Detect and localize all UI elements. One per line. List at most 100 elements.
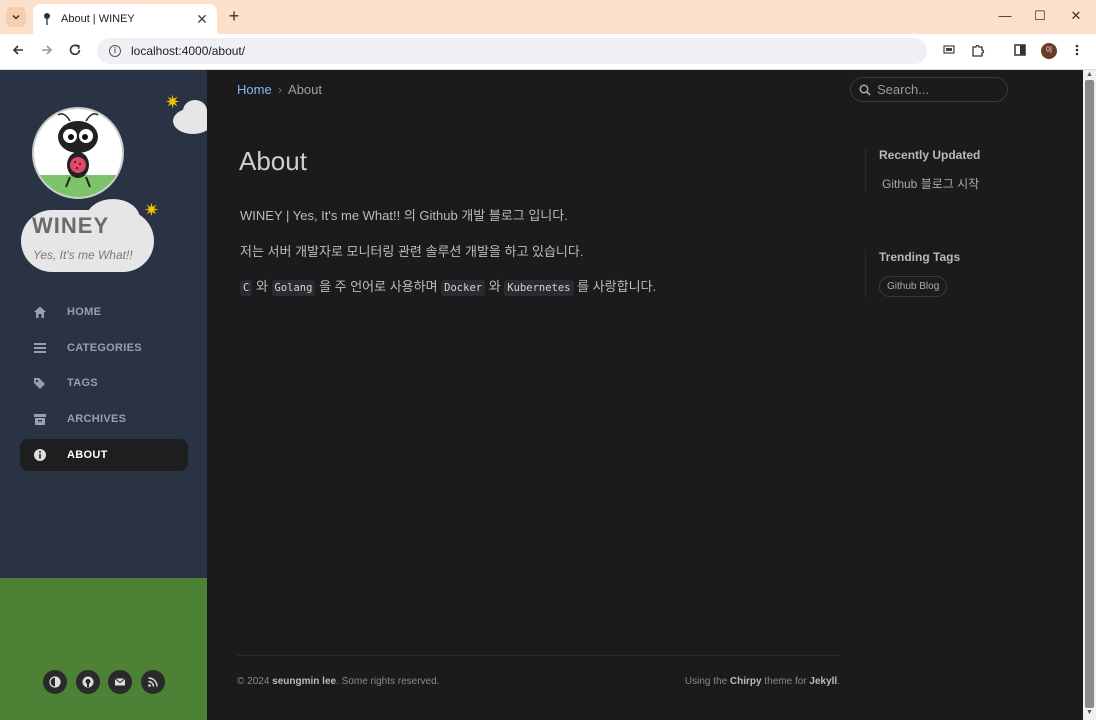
- ant-mascot-icon: [34, 113, 122, 197]
- reload-button[interactable]: [66, 43, 84, 61]
- email-icon: [114, 678, 126, 686]
- email-link[interactable]: [108, 670, 132, 694]
- cast-icon: [943, 45, 955, 54]
- address-bar[interactable]: i localhost:4000/about/: [97, 38, 927, 64]
- cloud-decoration: [183, 100, 207, 122]
- forward-button[interactable]: [38, 43, 56, 61]
- reload-icon: [69, 44, 81, 56]
- rss-icon: [148, 677, 158, 687]
- avatar[interactable]: [32, 107, 124, 199]
- sidebar-item-label: ABOUT: [67, 448, 108, 461]
- footer-copyright: © 2024 seungmin lee. Some rights reserve…: [237, 676, 439, 687]
- credits-suffix: .: [837, 676, 840, 687]
- code-c: C: [240, 280, 253, 296]
- author-link[interactable]: seungmin lee: [272, 676, 336, 687]
- main-content: Home › About Search... About WINEY | Yes, …: [207, 70, 1083, 720]
- sidebar-item-home[interactable]: HOME: [20, 296, 188, 328]
- about-paragraph-job: 저는 서버 개발자로 모니터링 관련 솔루션 개발을 하고 있습니다.: [240, 244, 584, 259]
- puzzle-icon: [972, 44, 985, 57]
- search-input[interactable]: Search...: [850, 77, 1008, 102]
- cast-button[interactable]: [940, 43, 958, 61]
- page-title: About: [239, 146, 307, 176]
- stream-icon: [33, 341, 47, 355]
- sidebar: ✷ ✷ WINEY Yes, It's me What!! HOME CATEG…: [0, 70, 207, 720]
- chirpy-link[interactable]: Chirpy: [730, 676, 762, 687]
- url-text: localhost:4000/about/: [131, 44, 246, 58]
- text-segment: 와: [485, 279, 505, 294]
- sidebar-item-tags[interactable]: TAGS: [20, 367, 188, 399]
- github-link[interactable]: [76, 670, 100, 694]
- credits-prefix: Using the: [684, 676, 730, 687]
- chevron-down-icon: [12, 14, 20, 20]
- favicon-icon: [44, 13, 50, 25]
- code-golang: Golang: [271, 280, 316, 296]
- breadcrumb-separator: ›: [277, 82, 283, 97]
- code-kubernetes: Kubernetes: [504, 280, 574, 296]
- sidebar-nav: HOME CATEGORIES TAGS ARCHIVES ABOUT: [20, 296, 188, 474]
- scrollbar[interactable]: ▲ ▼: [1083, 70, 1096, 720]
- sidebar-item-about[interactable]: ABOUT: [20, 438, 188, 471]
- sidebar-item-categories[interactable]: CATEGORIES: [20, 332, 188, 364]
- search-placeholder: Search...: [877, 82, 930, 97]
- sun-icon: ✷: [144, 200, 160, 220]
- site-info-icon[interactable]: i: [109, 45, 121, 57]
- text-segment: 를 사랑합니다.: [573, 279, 657, 294]
- rss-link[interactable]: [141, 670, 165, 694]
- sidebar-item-label: ARCHIVES: [67, 413, 127, 426]
- tab-search-button[interactable]: [6, 7, 26, 27]
- archive-icon: [33, 412, 47, 426]
- browser-chrome: About | WINEY ✕ + — ☐ ✕ i localhost:4000…: [0, 0, 1096, 70]
- jekyll-link[interactable]: Jekyll: [809, 676, 837, 687]
- footer: © 2024 seungmin lee. Some rights reserve…: [237, 655, 840, 687]
- close-window-button[interactable]: ✕: [1067, 8, 1085, 24]
- code-docker: Docker: [441, 280, 486, 296]
- maximize-button[interactable]: ☐: [1031, 8, 1049, 24]
- scroll-down-icon[interactable]: ▼: [1085, 709, 1094, 716]
- sun-icon: ✷: [165, 92, 181, 112]
- side-panel-icon: [1014, 44, 1026, 56]
- search-icon: [859, 83, 871, 96]
- minimize-button[interactable]: —: [996, 8, 1014, 23]
- github-icon: [82, 676, 94, 688]
- home-icon: [33, 305, 47, 319]
- text-segment: 와: [252, 279, 272, 294]
- tab-close-icon[interactable]: ✕: [195, 11, 209, 28]
- footer-credits: Using the Chirpy theme for Jekyll.: [685, 676, 840, 687]
- site-title[interactable]: WINEY: [32, 213, 109, 239]
- new-tab-button[interactable]: +: [224, 6, 244, 26]
- breadcrumb-home-link[interactable]: Home: [237, 82, 272, 97]
- side-panel-button[interactable]: [1011, 43, 1029, 61]
- back-button[interactable]: [9, 43, 27, 61]
- scroll-up-icon[interactable]: ▲: [1085, 71, 1094, 78]
- kebab-menu-icon: [1075, 44, 1079, 56]
- theme-toggle-button[interactable]: [43, 670, 67, 694]
- profile-avatar[interactable]: 이: [1041, 43, 1057, 59]
- theme-toggle-icon: [49, 676, 61, 688]
- text-segment: 을 주 언어로 사용하며: [315, 279, 442, 294]
- browser-menu-button[interactable]: [1068, 43, 1086, 61]
- recently-updated-heading: Recently Updated: [879, 148, 981, 162]
- sidebar-item-archives[interactable]: ARCHIVES: [20, 403, 188, 435]
- copyright-prefix: © 2024: [237, 676, 273, 687]
- sidebar-item-label: TAGS: [67, 377, 98, 390]
- sidebar-item-label: HOME: [67, 306, 102, 318]
- arrow-right-icon: [42, 45, 53, 55]
- scrollbar-thumb[interactable]: [1085, 80, 1094, 708]
- sidebar-item-label: CATEGORIES: [67, 341, 142, 354]
- tab-about[interactable]: About | WINEY ✕: [33, 4, 217, 34]
- tab-title: About | WINEY: [61, 13, 135, 25]
- trending-tags-panel: Trending Tags Github Blog: [865, 250, 1025, 297]
- about-paragraph-intro: WINEY | Yes, It's me What!! 의 Github 개발 …: [240, 208, 568, 223]
- breadcrumb-current: About: [288, 82, 323, 97]
- about-paragraph-languages: C 와 Golang 을 주 언어로 사용하며 Docker 와 Kuberne…: [240, 276, 657, 296]
- tags-icon: [33, 376, 47, 390]
- recent-post-link[interactable]: Github 블로그 시작: [879, 175, 1025, 192]
- info-circle-icon: [33, 448, 47, 462]
- tab-strip: About | WINEY ✕ + — ☐ ✕: [0, 0, 1096, 34]
- tag-pill[interactable]: Github Blog: [879, 276, 948, 297]
- sidebar-grass-background: [0, 578, 207, 720]
- extensions-button[interactable]: [969, 43, 987, 61]
- breadcrumb: Home › About: [237, 82, 322, 97]
- copyright-suffix: . Some rights reserved.: [336, 676, 440, 687]
- credits-mid: theme for: [761, 676, 810, 687]
